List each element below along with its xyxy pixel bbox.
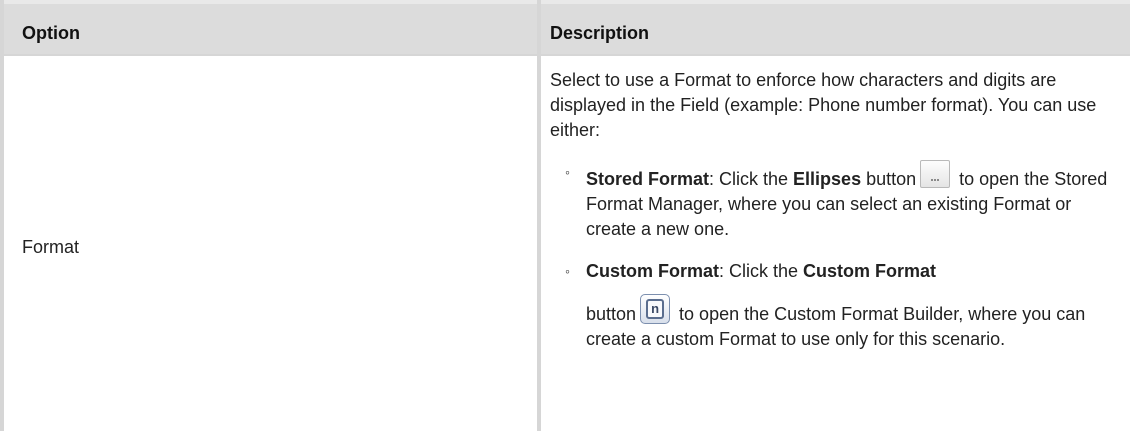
table-header-row: Option Description <box>0 0 1130 54</box>
bullet-marker-icon: ◦ <box>565 263 570 279</box>
format-options-list: ◦ Stored Format: Click the Ellipses butt… <box>550 160 1115 352</box>
stored-format-title: Stored Format <box>586 169 710 189</box>
stored-format-click-text: : Click the <box>709 169 794 189</box>
description-intro: Select to use a Format to enforce how ch… <box>550 70 1097 140</box>
bullet-marker-icon: ◦ <box>565 164 570 180</box>
custom-format-title: Custom Format <box>586 261 720 281</box>
custom-format-button-name: Custom Format <box>803 261 937 281</box>
column-divider <box>537 0 541 431</box>
ellipses-icon[interactable] <box>920 160 951 188</box>
custom-format-icon-glyph: n <box>646 299 665 319</box>
custom-format-button-word: button <box>586 304 637 324</box>
stored-format-button-word: button <box>861 169 917 189</box>
row-divider <box>0 54 1130 56</box>
list-item-stored-format: ◦ Stored Format: Click the Ellipses butt… <box>550 160 1115 242</box>
custom-format-click-text: : Click the <box>719 261 804 281</box>
line-spacer <box>586 284 1115 294</box>
option-cell-format: Format <box>22 237 80 257</box>
description-cell-format: Select to use a Format to enforce how ch… <box>550 68 1115 352</box>
table-left-border <box>0 0 4 431</box>
ellipses-button-name: Ellipses <box>793 169 862 189</box>
header-option: Option <box>22 23 80 43</box>
list-item-custom-format: ◦ Custom Format: Click the Custom Format… <box>550 259 1115 352</box>
custom-format-icon[interactable]: n <box>640 294 671 324</box>
header-description: Description <box>550 23 650 43</box>
options-table: Option Description Format Select to use … <box>0 0 1130 431</box>
